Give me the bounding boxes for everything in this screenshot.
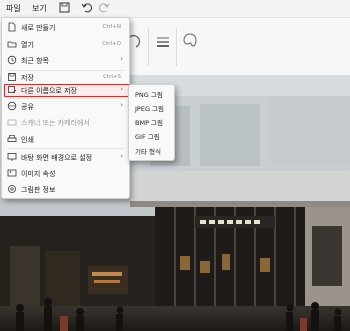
submenu-item-label: JPEG 그림	[135, 105, 165, 113]
menu-item-label: 인쇄	[21, 136, 34, 144]
chevron-right-icon: ›	[120, 85, 123, 93]
menubar: 파일 보기	[0, 0, 350, 18]
menu-item-open[interactable]: 열기 Ctrl+O	[2, 36, 129, 53]
menu-item-shortcut: Ctrl+N	[102, 24, 121, 30]
menu-item-label: 그림판 정보	[21, 186, 56, 194]
save-icon[interactable]	[58, 1, 71, 14]
ribbon-divider	[148, 28, 149, 66]
settings-icon	[8, 185, 16, 193]
menu-item-set-desktop-background[interactable]: 바탕 화면 배경으로 설정 ›	[2, 149, 129, 166]
chevron-right-icon: ›	[120, 152, 123, 160]
ribbon-divider	[176, 28, 177, 66]
size-lines-icon[interactable]	[155, 34, 171, 50]
new-file-icon	[8, 22, 16, 32]
submenu-item-png[interactable]: PNG 그림	[129, 86, 174, 100]
save-icon	[8, 73, 16, 81]
menu-item-label: 열기	[21, 41, 34, 49]
menu-item-label: 이미지 속성	[21, 170, 56, 178]
menu-item-shortcut: Ctrl+O	[102, 41, 121, 47]
menu-item-image-properties[interactable]: 이미지 속성	[2, 165, 129, 182]
menu-item-shortcut: Ctrl+S	[103, 74, 121, 80]
menu-view[interactable]: 보기	[32, 3, 47, 14]
share-icon	[7, 101, 17, 111]
chevron-right-icon: ›	[120, 101, 123, 109]
menu-item-label: 스캐너 또는 카메라에서	[21, 119, 90, 127]
redo-icon[interactable]	[98, 1, 111, 14]
save-as-icon	[8, 86, 17, 94]
menu-item-label: 다른 이름으로 저장	[21, 87, 77, 95]
printer-icon	[7, 135, 17, 142]
submenu-item-label: BMP 그림	[135, 119, 164, 127]
menu-item-save-as[interactable]: 다른 이름으로 저장 ›	[2, 82, 129, 99]
submenu-item-label: GIF 그림	[135, 133, 160, 141]
menu-item-label: 새로 만들기	[21, 24, 56, 32]
menu-item-label: 최근 항목	[21, 57, 49, 65]
submenu-item-jpeg[interactable]: JPEG 그림	[129, 100, 174, 114]
color-picker-icon[interactable]	[182, 32, 198, 52]
submenu-item-other-formats[interactable]: 기타 형식	[129, 143, 174, 157]
menu-item-about[interactable]: 그림판 정보	[2, 181, 129, 198]
submenu-item-label: PNG 그림	[135, 91, 163, 99]
submenu-item-label: 기타 형식	[135, 148, 161, 156]
save-as-submenu: PNG 그림 JPEG 그림 BMP 그림 GIF 그림 기타 형식	[128, 84, 175, 161]
menu-item-share[interactable]: 공유 ›	[2, 98, 129, 115]
menu-item-recent[interactable]: 최근 항목 ›	[2, 52, 129, 69]
menu-item-print[interactable]: 인쇄	[2, 131, 129, 148]
menu-item-label: 공유	[21, 103, 34, 111]
folder-open-icon	[7, 41, 17, 48]
scanner-icon	[7, 119, 17, 126]
menu-file[interactable]: 파일	[6, 3, 21, 14]
clock-icon	[7, 55, 17, 65]
chevron-right-icon: ›	[120, 55, 123, 63]
submenu-item-gif[interactable]: GIF 그림	[129, 128, 174, 142]
undo-icon[interactable]	[80, 1, 93, 14]
submenu-item-bmp[interactable]: BMP 그림	[129, 114, 174, 128]
menu-item-new[interactable]: 새로 만들기 Ctrl+N	[2, 19, 129, 36]
menu-item-label: 바탕 화면 배경으로 설정	[21, 154, 93, 162]
desktop-icon	[7, 153, 17, 161]
image-properties-icon	[7, 169, 17, 177]
menu-item-scanner: 스캐너 또는 카메라에서	[2, 114, 129, 131]
file-menu: 새로 만들기 Ctrl+N 열기 Ctrl+O 최근 항목 › 저장 Ctrl+…	[1, 17, 130, 199]
